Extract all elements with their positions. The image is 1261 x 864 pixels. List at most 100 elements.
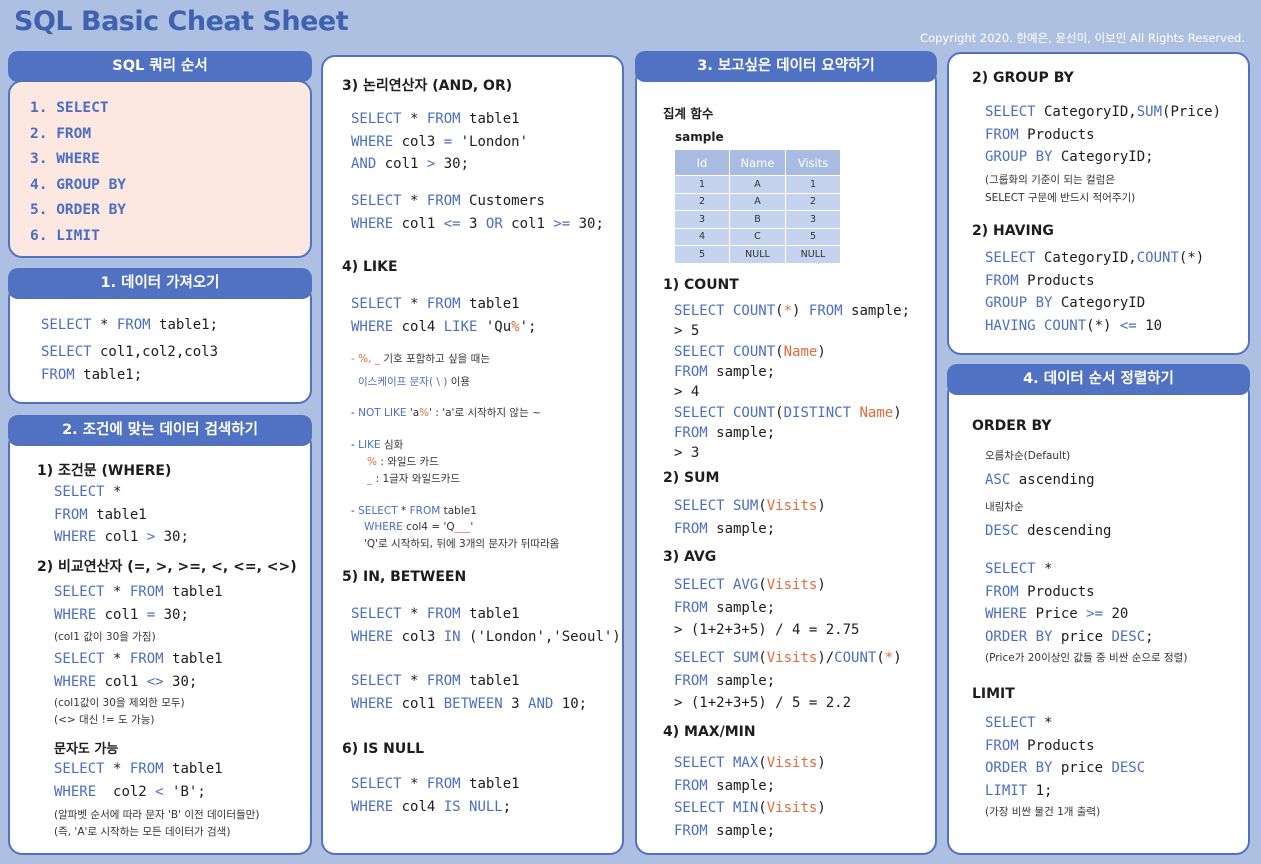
note: (Price가 20이상인 값들 중 비싼 순으로 정렬) <box>985 652 1188 664</box>
code-block: SELECT SUM(Visits)/COUNT(*) FROM sample; >… <box>674 650 902 711</box>
section1-header: 1. 데이터 가져오기 <box>8 268 312 299</box>
code-block: SELECT AVG(Visits) FROM sample; > (1+2+3+5… <box>674 577 860 638</box>
col-header: Id <box>674 149 730 176</box>
group-by-card: 2) GROUP BY SELECT CategoryID,SUM(Price)… <box>947 52 1250 355</box>
order-by-title: ORDER BY <box>972 418 1052 434</box>
logic-title: 3) 논리연산자 (AND, OR) <box>342 78 513 94</box>
string-title: 문자도 가능 <box>54 742 119 757</box>
order-header: SQL 쿼리 순서 <box>8 51 312 82</box>
is-null-title: 6) IS NULL <box>342 741 425 757</box>
note: (그룹화의 기준이 되는 컬럼은 <box>985 174 1116 186</box>
table-cell: 4 <box>674 227 730 246</box>
section2-header: 2. 조건에 맞는 데이터 검색하기 <box>8 415 312 446</box>
order-item: 5. ORDER BY <box>30 202 127 218</box>
code-block: SELECT * FROM table1; <box>41 317 219 333</box>
code-block: SELECT CategoryID,SUM(Price) FROM Product… <box>985 104 1222 165</box>
code-block: SELECT * FROM table1 WHERE col4 IS NULL; <box>351 776 520 815</box>
note: (col1 값이 30을 가짐) <box>54 631 156 643</box>
desc-label: 내림차순 <box>985 501 1024 513</box>
having-title: 2) HAVING <box>972 223 1054 239</box>
page-title: SQL Basic Cheat Sheet <box>14 6 349 37</box>
section2-card: 1) 조건문 (WHERE) SELECT * FROM table1 WHERE … <box>8 431 312 855</box>
like-title: 4) LIKE <box>342 259 398 275</box>
code-block: DESC descending <box>985 523 1112 539</box>
table-cell: 2 <box>785 192 841 211</box>
note: - %, _ 기호 포함하고 싶을 때는 <box>351 353 490 365</box>
code-block: SELECT CategoryID,COUNT(*) FROM Products G… <box>985 250 1205 334</box>
code-block: SELECT MAX(Visits) FROM sample; SELECT MIN… <box>674 755 826 839</box>
section3-header: 3. 보고싶은 데이터 요약하기 <box>635 51 937 82</box>
code-block: SELECT * FROM Products WHERE Price >= 20 OR… <box>985 561 1154 645</box>
table-cell: 1 <box>785 175 841 194</box>
note: 이스케이프 문자( \ ) 이용 <box>358 376 471 388</box>
note: - NOT LIKE 'a%' : 'a'로 시작하지 않는 ~ <box>351 407 541 419</box>
col-header: Name <box>729 149 786 176</box>
avg-title: 3) AVG <box>663 549 717 565</box>
table-row: 2A2 <box>674 192 841 211</box>
comparison-title: 2) 비교연산자 (=, >, >=, <, <=, <>) <box>37 559 297 575</box>
section4-header: 4. 데이터 순서 정렬하기 <box>947 364 1250 395</box>
table-cell: 3 <box>674 210 730 229</box>
code-block: SELECT * FROM table1 WHERE col4 LIKE 'Qu%… <box>351 296 537 335</box>
table-header-row: Id Name Visits <box>674 149 841 176</box>
copyright: Copyright 2020. 한예은, 윤선미, 이보민 All Rights… <box>920 31 1245 45</box>
note: % : 와일드 카드 <box>367 456 439 468</box>
max-min-title: 4) MAX/MIN <box>663 724 756 740</box>
note: _ : 1글자 와일드카드 <box>367 473 461 485</box>
section1-card: SELECT * FROM table1; SELECT col1,col2,c… <box>8 284 312 404</box>
table-cell: C <box>729 227 786 246</box>
asc-label: 오름차순(Default) <box>985 450 1071 462</box>
code-block: SELECT * FROM table1 WHERE col3 IN ('Lond… <box>351 606 624 645</box>
note: SELECT 구문에 반드시 적어주기) <box>985 192 1136 204</box>
code-block: SELECT * FROM table1 WHERE col1 <> 30; <box>54 651 223 690</box>
sum-title: 2) SUM <box>663 470 720 486</box>
order-item: 1. SELECT <box>30 100 109 116</box>
table-cell: B <box>729 210 786 229</box>
table-cell: 1 <box>674 175 730 194</box>
table-cell: 5 <box>785 227 841 246</box>
sample-table: Id Name Visits 1A1 2A2 3B3 4C5 5 NULL NULL <box>674 149 841 264</box>
note: - LIKE 심화 <box>351 439 404 451</box>
code-block: SELECT * FROM Customers WHERE col1 <= 3 O… <box>351 193 604 232</box>
count-title: 1) COUNT <box>663 277 739 293</box>
note: (col1값이 30을 제외한 모두) <box>54 697 185 709</box>
group-by-title: 2) GROUP BY <box>972 70 1074 86</box>
sample-title: sample <box>675 130 724 144</box>
query-order-list: 1. SELECT 2. FROM 3. WHERE 4. GROUP BY 5. OR… <box>30 96 126 249</box>
note: WHERE col4 = 'Q___' <box>364 521 474 533</box>
table-cell: NULL <box>785 245 841 264</box>
table-cell: NULL <box>729 245 786 264</box>
note: (즉, 'A'로 시작하는 모든 데이터가 검색) <box>54 826 231 838</box>
table-cell: 5 <box>674 245 730 264</box>
order-item: 2. FROM <box>30 125 92 142</box>
table-cell: A <box>729 175 786 194</box>
code-block: ASC ascending <box>985 472 1095 488</box>
code-block: SELECT * FROM table1 WHERE col1 BETWEEN 3… <box>351 673 588 712</box>
code-block: SELECT * FROM table1 WHERE col3 = 'London… <box>351 111 529 172</box>
note: 'Q'로 시작하되, 뒤에 3개의 문자가 뒤따라옴 <box>364 538 560 550</box>
order-item: 3. WHERE <box>30 151 100 167</box>
table-cell: 2 <box>674 192 730 211</box>
table-cell: 3 <box>785 210 841 229</box>
column2-card: 3) 논리연산자 (AND, OR) SELECT * FROM table1 W… <box>321 55 624 855</box>
code-block: SELECT * FROM Products ORDER BY price DESC… <box>985 715 1146 799</box>
limit-title: LIMIT <box>972 686 1015 702</box>
note: (가장 비싼 물건 1개 출력) <box>985 806 1101 818</box>
code-block: SELECT col1,col2,col3 FROM table1; <box>41 344 219 383</box>
code-block: SELECT COUNT(*) FROM sample; > 5 SELECT CO… <box>674 303 911 461</box>
table-row: 5 NULL NULL <box>674 245 841 264</box>
aggregate-title: 집계 함수 <box>663 106 714 121</box>
code-block: SELECT SUM(Visits) FROM sample; <box>674 498 826 537</box>
section4-card: ORDER BY 오름차순(Default) ASC ascending 내림차… <box>947 380 1250 855</box>
col-header: Visits <box>785 149 841 176</box>
in-between-title: 5) IN, BETWEEN <box>342 569 467 585</box>
code-block: SELECT * FROM table1 WHERE col1 = 30; <box>54 584 223 623</box>
note: (알파벳 순서에 따라 문자 'B' 이전 데이터들만) <box>54 809 260 821</box>
code-block: SELECT * FROM table1 WHERE col2 < 'B'; <box>54 761 223 800</box>
table-row: 3B3 <box>674 210 841 229</box>
note: (<> 대신 != 도 가능) <box>54 714 155 726</box>
table-row: 4C5 <box>674 227 841 246</box>
section3-card: 집계 함수 sample Id Name Visits 1A1 2A2 3B3 … <box>635 67 937 855</box>
note: - SELECT * FROM table1 <box>351 505 477 517</box>
table-cell: A <box>729 192 786 211</box>
